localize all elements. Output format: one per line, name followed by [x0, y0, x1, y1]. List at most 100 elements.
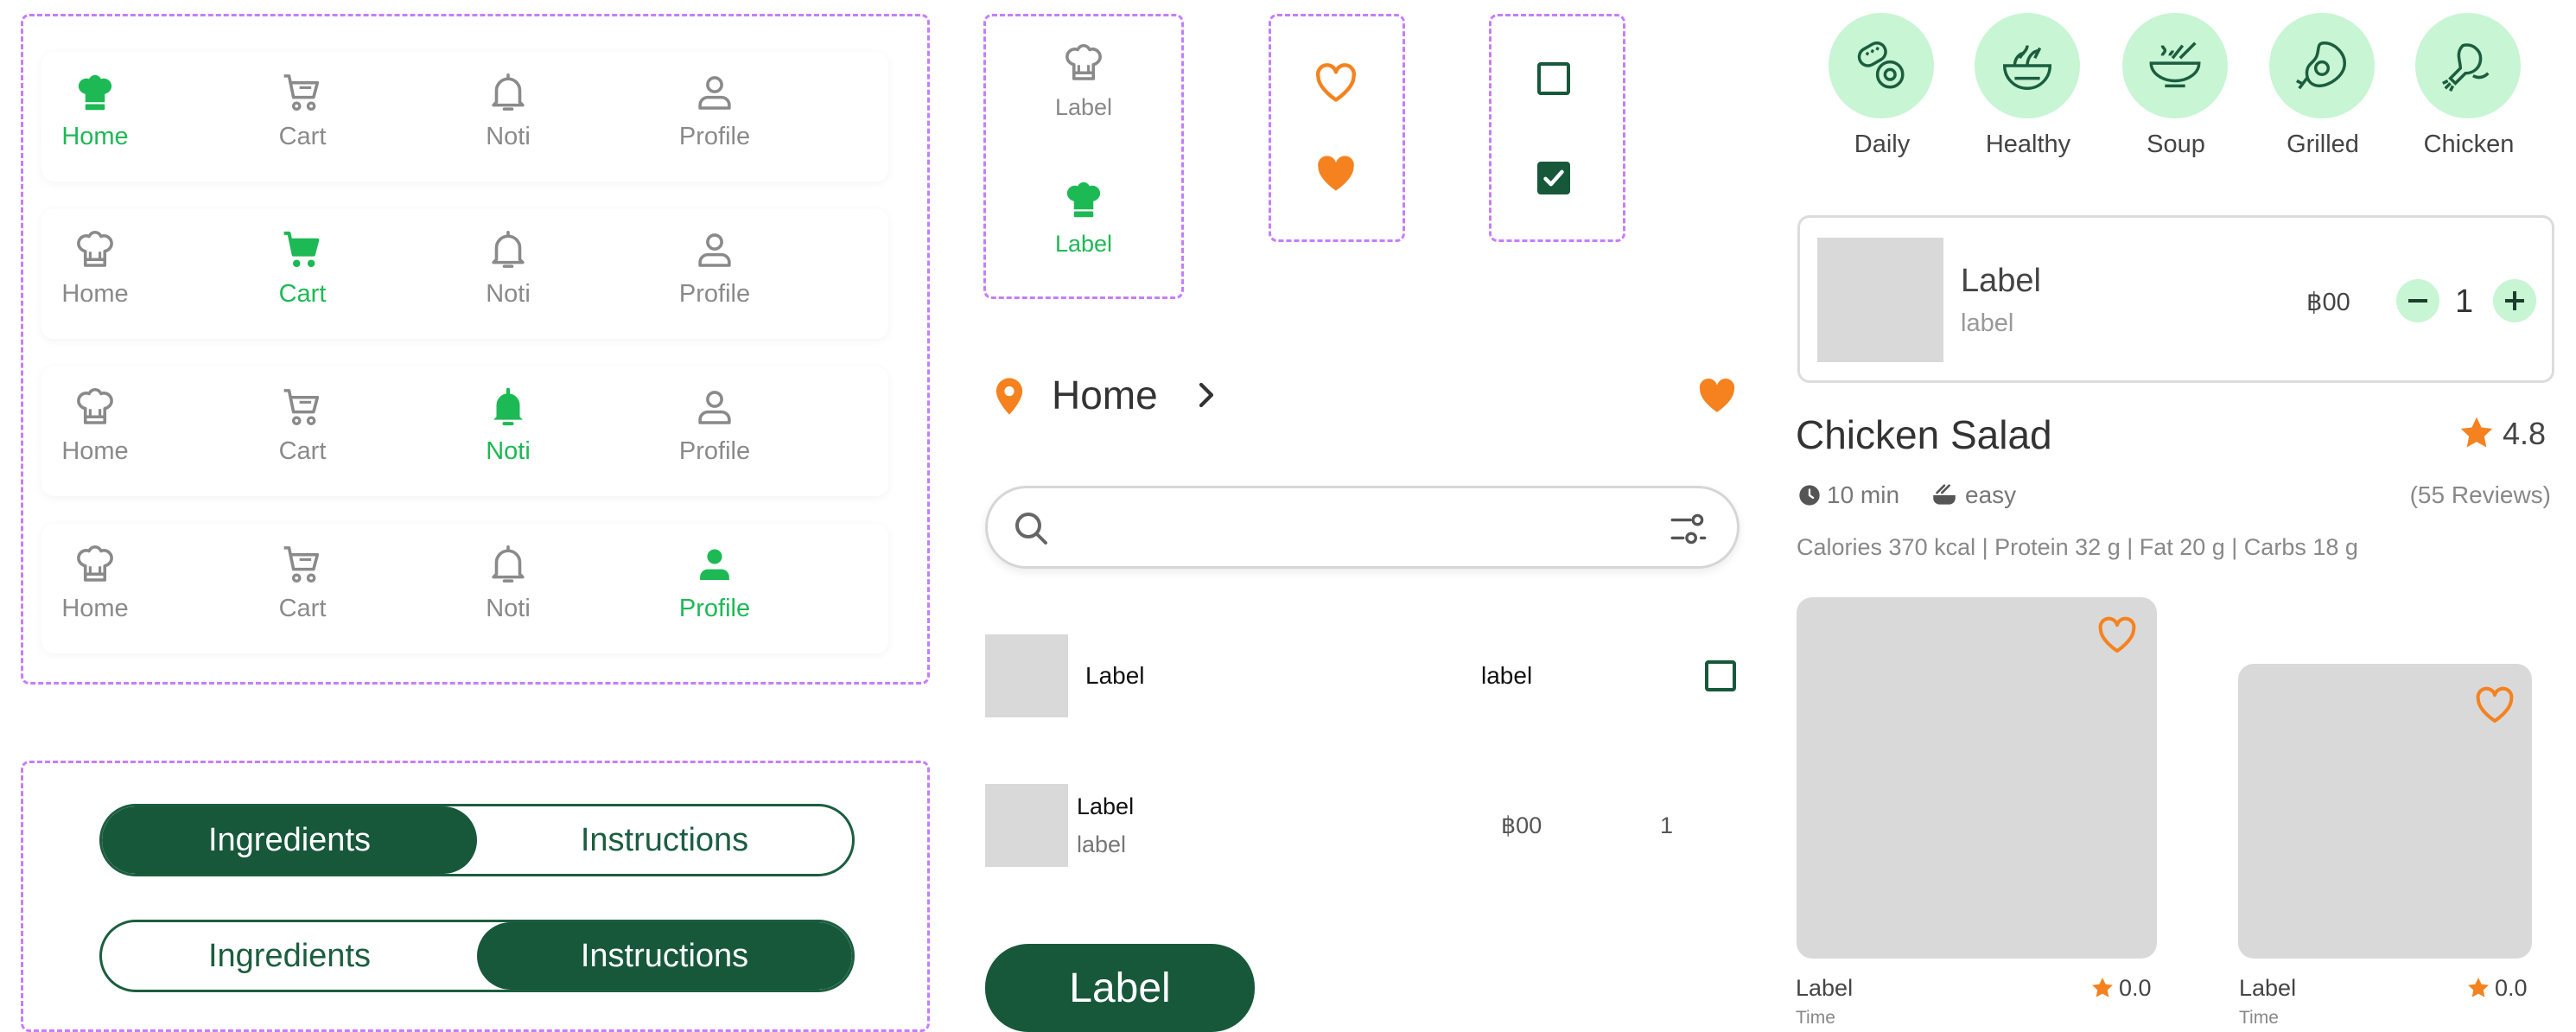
- bell-icon: [485, 226, 531, 273]
- pot-icon: [1930, 481, 1959, 510]
- chevron-right-icon[interactable]: [1191, 379, 1222, 411]
- checkbox-unchecked[interactable]: [1537, 62, 1570, 95]
- nav-noti[interactable]: Noti: [439, 384, 577, 487]
- chef-hat-icon: [72, 541, 118, 588]
- tab-ingredients[interactable]: Ingredients: [102, 806, 477, 874]
- category-healthy[interactable]: Healthy: [1975, 13, 2082, 159]
- heart-toggle-frame: [1269, 14, 1405, 242]
- daily-food-icon: [1851, 35, 1911, 96]
- nav-cart[interactable]: Cart: [233, 69, 372, 173]
- recipe-card-rating: 0.0: [2495, 975, 2528, 1001]
- nav-item-label: Profile: [678, 595, 751, 622]
- list-item-quantity: 1: [1660, 812, 1674, 838]
- cart-item-thumbnail: [1817, 238, 1943, 362]
- recipe-card-rating: 0.0: [2119, 975, 2152, 1001]
- recipe-nutrition: Calories 370 kcal | Protein 32 g | Fat 2…: [1797, 534, 2358, 560]
- nav-home[interactable]: Home: [26, 226, 164, 330]
- bottom-nav-bar: Home Cart Noti Profile: [41, 366, 888, 496]
- list-item-checkbox[interactable]: [1705, 660, 1736, 691]
- increase-button[interactable]: [2493, 279, 2536, 322]
- category-label: Soup: [2147, 131, 2205, 158]
- nav-home[interactable]: Home: [26, 541, 164, 645]
- nav-noti[interactable]: Noti: [439, 226, 577, 330]
- list-item-thumbnail: [985, 634, 1068, 717]
- nav-item-label: Home: [61, 123, 129, 150]
- category-soup[interactable]: Soup: [2122, 13, 2229, 159]
- nav-noti[interactable]: Noti: [439, 541, 577, 645]
- healthy-salad-icon: [1997, 35, 2058, 96]
- nav-home[interactable]: Home: [26, 384, 164, 487]
- nav-item-label: Cart: [278, 280, 327, 308]
- cart-item-price: ฿00: [2306, 289, 2350, 316]
- nav-tile-active[interactable]: Label: [1002, 176, 1165, 271]
- cart-item-subtitle: label: [1961, 309, 2014, 337]
- list-item-title: Label: [1077, 793, 1135, 819]
- decrease-button[interactable]: [2396, 279, 2439, 322]
- person-icon: [691, 226, 738, 273]
- category-daily[interactable]: Daily: [1829, 13, 1936, 159]
- plus-icon: [2505, 291, 2524, 310]
- tab-instructions[interactable]: Instructions: [477, 806, 852, 874]
- bell-icon: [485, 541, 531, 588]
- category-grilled[interactable]: Grilled: [2269, 13, 2376, 159]
- heart-outline-icon[interactable]: [2471, 681, 2518, 728]
- list-item-title: Label: [1085, 662, 1145, 689]
- nav-profile[interactable]: Profile: [646, 69, 784, 173]
- recipe-card-image[interactable]: [2238, 664, 2532, 959]
- recipe-difficulty: easy: [1965, 481, 2017, 508]
- cart-item-card: Label label ฿00 1: [1797, 215, 2554, 383]
- check-icon: [1543, 169, 1564, 187]
- category-icon-circle: [2122, 13, 2228, 118]
- category-icon-circle: [2415, 13, 2521, 118]
- category-chicken[interactable]: Chicken: [2415, 13, 2522, 159]
- category-label: Daily: [1854, 131, 1911, 158]
- cart-icon: [279, 69, 326, 116]
- nav-item-label: Cart: [278, 437, 327, 465]
- nav-item-label: Cart: [278, 123, 327, 150]
- nav-profile[interactable]: Profile: [646, 226, 784, 330]
- segmented-control-instructions-active: Ingredients Instructions: [99, 920, 855, 992]
- search-input[interactable]: [1065, 500, 1627, 554]
- nav-profile[interactable]: Profile: [646, 541, 784, 645]
- nav-cart[interactable]: Cart: [233, 384, 372, 487]
- bell-icon: [485, 69, 531, 116]
- nav-tile-label: Label: [1054, 231, 1113, 257]
- nav-noti[interactable]: Noti: [439, 69, 577, 173]
- cart-icon: [279, 541, 326, 588]
- location-pin-icon: [987, 373, 1032, 418]
- nav-tile-default[interactable]: Label: [1002, 40, 1165, 135]
- heart-outline-icon[interactable]: [2094, 611, 2140, 658]
- tab-instructions[interactable]: Instructions: [477, 922, 852, 990]
- favorite-heart-icon[interactable]: [1693, 371, 1741, 419]
- list-item-price: ฿00: [1501, 812, 1542, 838]
- filter-icon[interactable]: [1667, 507, 1710, 551]
- chicken-drumstick-icon: [2438, 35, 2498, 96]
- nav-cart[interactable]: Cart: [233, 226, 372, 330]
- nav-profile[interactable]: Profile: [646, 384, 784, 487]
- recipe-rating: 4.8: [2503, 416, 2547, 451]
- person-icon: [691, 541, 738, 588]
- list-item-subtitle: label: [1077, 831, 1127, 857]
- chef-hat-icon: [72, 69, 118, 116]
- nav-cart[interactable]: Cart: [233, 541, 372, 645]
- heart-filled-icon[interactable]: [1311, 148, 1361, 198]
- location-label[interactable]: Home: [1052, 372, 1158, 418]
- category-icon-circle: [1975, 13, 2080, 118]
- recipe-card-title: Label: [1796, 975, 1854, 1001]
- heart-outline-icon[interactable]: [1311, 57, 1361, 107]
- bell-icon: [485, 384, 531, 430]
- grilled-meat-icon: [2292, 35, 2352, 96]
- checkbox-checked[interactable]: [1537, 162, 1570, 194]
- category-label: Grilled: [2287, 131, 2359, 158]
- primary-button[interactable]: Label: [985, 944, 1255, 1032]
- search-bar[interactable]: [985, 486, 1740, 569]
- nav-item-label: Noti: [486, 123, 531, 150]
- recipe-reviews[interactable]: (55 Reviews): [2410, 481, 2551, 509]
- recipe-card-image[interactable]: [1797, 597, 2157, 959]
- bottom-nav-bar: Home Cart Noti Profile: [41, 209, 888, 339]
- nav-home[interactable]: Home: [26, 69, 164, 173]
- tab-ingredients[interactable]: Ingredients: [102, 922, 477, 990]
- star-icon: [2089, 975, 2115, 1001]
- nav-item-label: Profile: [678, 123, 751, 150]
- soup-bowl-icon: [2145, 35, 2205, 96]
